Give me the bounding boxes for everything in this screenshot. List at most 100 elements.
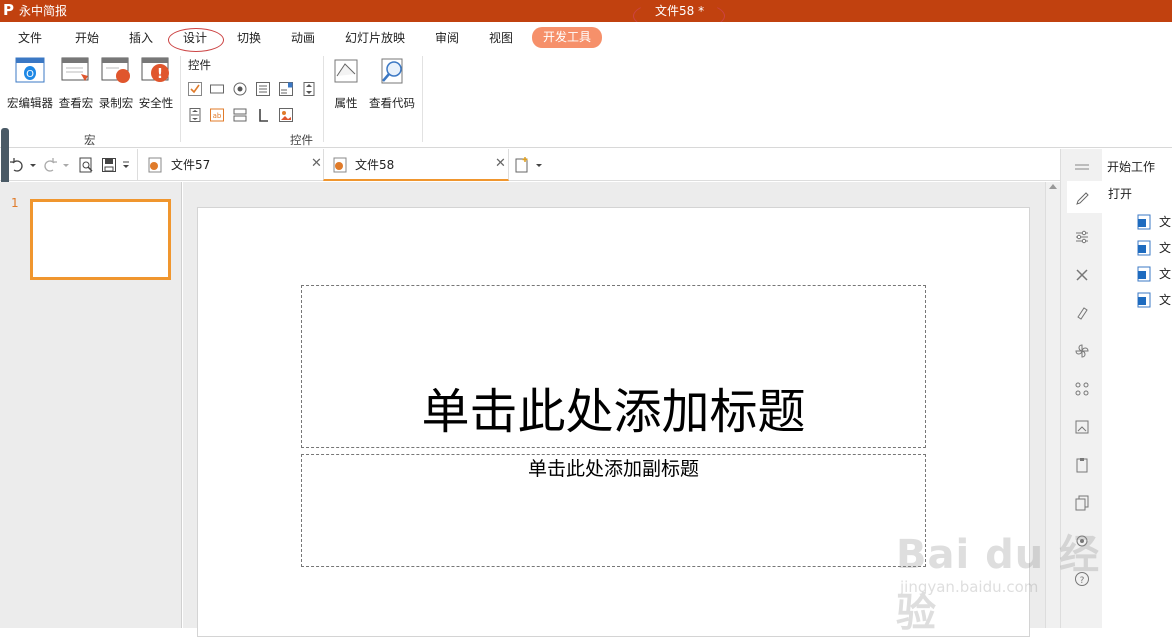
document-file-icon (1137, 214, 1151, 230)
properties-button[interactable]: 属性 (331, 56, 361, 110)
view-code-icon (377, 56, 407, 84)
pencil-icon[interactable] (1074, 191, 1090, 207)
subtitle-placeholder[interactable]: 单击此处添加副标题 (301, 454, 926, 567)
document-file-icon (1137, 266, 1151, 282)
macro-group-label: 宏 (84, 133, 96, 147)
copy-icon[interactable] (1074, 495, 1090, 511)
task-pane: ? 开始工作 打开 文 文 文 文 (1060, 149, 1172, 628)
group-separator (422, 56, 423, 142)
menu-review[interactable]: 审阅 (435, 29, 459, 47)
document-tab-bar: 文件57 ✕ 文件58 ✕ (0, 149, 1060, 181)
slide-canvas: 单击此处添加标题 单击此处添加副标题 (183, 182, 1045, 637)
slide-number: 1 (11, 196, 19, 210)
security-icon: ! (141, 56, 171, 82)
tab-file57[interactable]: 文件57 ✕ (137, 149, 323, 181)
menu-animations[interactable]: 动画 (291, 29, 315, 47)
macro-editor-icon: O (15, 56, 45, 83)
app-logo: P (3, 1, 14, 19)
task-pane-icon-bar: ? (1061, 149, 1102, 628)
title-bar: P 永中简报 文件58 * (0, 0, 1172, 22)
scrollbar-control-icon[interactable] (188, 108, 202, 122)
svg-text:ab: ab (213, 112, 222, 120)
recent-file-name: 文 (1159, 215, 1172, 229)
image-control-icon[interactable] (279, 108, 293, 122)
properties-icon (331, 56, 361, 83)
image-frame-icon[interactable] (1074, 419, 1090, 435)
properties-label: 属性 (334, 96, 358, 110)
spinner-control-icon[interactable] (302, 82, 316, 96)
view-code-label: 查看代码 (369, 96, 415, 110)
slide[interactable]: 单击此处添加标题 单击此处添加副标题 (197, 207, 1030, 637)
menu-transitions[interactable]: 切换 (237, 29, 261, 47)
combobox-control-icon[interactable] (279, 82, 293, 96)
group-separator (180, 56, 181, 142)
frame-control-icon[interactable] (233, 108, 247, 122)
slide-thumbnail-pane: 1 (0, 182, 182, 628)
record-macro-icon (101, 56, 131, 83)
textbox-control-icon[interactable]: ab (210, 108, 224, 122)
listbox-control-icon[interactable] (256, 82, 270, 96)
tab-file58[interactable]: 文件58 ✕ (323, 149, 509, 181)
side-handle[interactable] (1, 128, 9, 188)
vertical-scrollbar[interactable] (1045, 182, 1060, 628)
brush-icon[interactable] (1074, 305, 1090, 321)
menu-lines-icon[interactable] (1074, 159, 1090, 175)
tab-label: 文件57 (171, 158, 211, 172)
undo-dropdown-icon[interactable] (29, 157, 37, 173)
document-file-icon (1137, 292, 1151, 308)
sliders-icon[interactable] (1074, 229, 1090, 245)
annotation-ellipse (168, 28, 224, 52)
grid-icon[interactable] (1074, 381, 1090, 397)
slide-thumbnail[interactable] (30, 199, 171, 280)
tab-label: 文件58 (355, 158, 395, 172)
redo-icon[interactable] (42, 157, 58, 173)
open-label[interactable]: 打开 (1108, 185, 1132, 202)
button-control-icon[interactable] (210, 82, 224, 96)
print-preview-icon[interactable] (78, 157, 94, 173)
security-button[interactable]: ! 安全性 (138, 56, 174, 110)
record-macro-label: 录制宏 (98, 96, 134, 110)
group-separator (323, 56, 324, 142)
menu-slideshow[interactable]: 幻灯片放映 (345, 29, 405, 47)
svg-text:!: ! (157, 67, 163, 82)
presentation-file-icon (333, 157, 347, 173)
undo-icon[interactable] (9, 157, 25, 173)
record-macro-button[interactable]: 录制宏 (98, 56, 134, 110)
checkbox-control-icon[interactable] (188, 82, 202, 96)
macro-editor-label: 宏编辑器 (7, 96, 53, 110)
svg-text:?: ? (1080, 576, 1085, 586)
label-control-icon[interactable] (256, 108, 270, 122)
redo-dropdown-icon[interactable] (62, 157, 70, 173)
menu-file[interactable]: 文件 (18, 29, 42, 47)
customize-toolbar-icon[interactable] (121, 157, 131, 173)
close-tab-icon[interactable]: ✕ (495, 156, 506, 172)
recent-file-name: 文 (1159, 267, 1172, 281)
close-tab-icon[interactable]: ✕ (311, 156, 322, 172)
menu-developer[interactable]: 开发工具 (532, 27, 603, 48)
clipboard-icon[interactable] (1074, 457, 1090, 473)
new-tab-dropdown-icon[interactable] (535, 157, 543, 173)
menu-insert[interactable]: 插入 (129, 29, 153, 47)
settings-icon[interactable] (1074, 533, 1090, 549)
title-placeholder[interactable]: 单击此处添加标题 (301, 285, 926, 448)
view-code-button[interactable]: 查看代码 (368, 56, 416, 110)
view-macros-button[interactable]: 查看宏 (58, 56, 94, 110)
presentation-file-icon (148, 157, 162, 173)
new-tab-icon[interactable] (514, 157, 530, 173)
controls-title: 控件 (188, 58, 211, 72)
radio-control-icon[interactable] (233, 82, 247, 96)
svg-text:O: O (26, 69, 34, 80)
menu-view[interactable]: 视图 (489, 29, 513, 47)
macro-editor-button[interactable]: O 宏编辑器 (6, 56, 54, 110)
tools-icon[interactable] (1074, 267, 1090, 283)
help-icon[interactable]: ? (1074, 571, 1090, 587)
security-label: 安全性 (138, 96, 174, 110)
document-file-icon (1137, 240, 1151, 256)
menu-home[interactable]: 开始 (75, 29, 99, 47)
pinwheel-icon[interactable] (1074, 343, 1090, 359)
task-pane-header: 开始工作 (1107, 160, 1156, 174)
recent-file-name: 文 (1159, 293, 1172, 307)
app-name: 永中简报 (19, 4, 68, 18)
save-icon[interactable] (101, 157, 117, 173)
scroll-up-icon[interactable] (1049, 184, 1057, 189)
